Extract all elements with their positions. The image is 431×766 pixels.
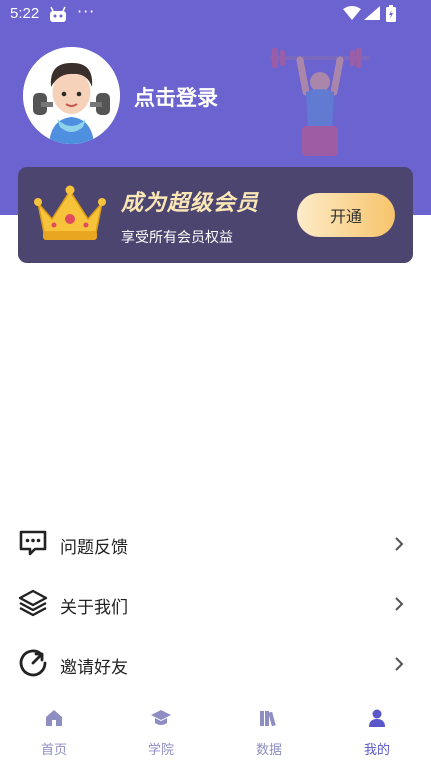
vip-title: 成为超级会员 xyxy=(121,191,260,216)
tab-label-academy: 学院 xyxy=(147,743,174,758)
avatar[interactable] xyxy=(23,47,120,144)
menu-label-feedback: 问题反馈 xyxy=(60,538,128,558)
tab-label-home: 首页 xyxy=(40,743,67,758)
feedback-message-icon xyxy=(19,530,47,556)
battery-icon xyxy=(386,5,396,22)
menu-item-feedback[interactable]: 问题反馈 xyxy=(0,514,431,574)
menu-item-invite[interactable]: 邀请好友 xyxy=(0,634,431,694)
menu-item-about[interactable]: 关于我们 xyxy=(0,574,431,634)
tab-home[interactable]: 首页 xyxy=(0,696,108,766)
menu-label-about: 关于我们 xyxy=(60,598,128,618)
tab-academy[interactable]: 学院 xyxy=(107,696,215,766)
weightlifter-illustration xyxy=(270,48,370,156)
crown-icon xyxy=(34,185,106,240)
graduation-cap-icon xyxy=(151,710,171,725)
tab-mine[interactable]: 我的 xyxy=(323,696,431,766)
vip-subtitle: 享受所有会员权益 xyxy=(121,230,233,246)
chevron-right-icon xyxy=(395,537,404,551)
bottom-tab-bar: 首页 学院 数据 我的 xyxy=(0,696,431,766)
wifi-icon xyxy=(343,6,361,20)
cell-signal-icon xyxy=(364,6,380,20)
status-bar: 5:22 ··· xyxy=(0,0,431,30)
vip-membership-card[interactable]: 成为超级会员 享受所有会员权益 开通 xyxy=(18,167,413,263)
tab-label-data: 数据 xyxy=(255,743,282,758)
share-refresh-icon xyxy=(19,649,47,677)
person-icon xyxy=(369,709,385,727)
layers-icon xyxy=(18,589,48,617)
login-prompt[interactable]: 点击登录 xyxy=(134,82,218,112)
books-icon xyxy=(260,711,276,727)
status-time: 5:22 xyxy=(10,5,40,22)
menu-label-invite: 邀请好友 xyxy=(60,658,128,678)
chevron-right-icon xyxy=(395,657,404,671)
home-icon xyxy=(46,710,62,726)
more-notifications-dots: ··· xyxy=(77,2,96,21)
tab-data[interactable]: 数据 xyxy=(215,696,323,766)
avatar-illustration xyxy=(23,47,120,144)
android-notification-icon xyxy=(50,6,66,22)
tab-label-mine: 我的 xyxy=(363,743,390,758)
activate-vip-button[interactable]: 开通 xyxy=(297,193,395,237)
chevron-right-icon xyxy=(395,597,404,611)
